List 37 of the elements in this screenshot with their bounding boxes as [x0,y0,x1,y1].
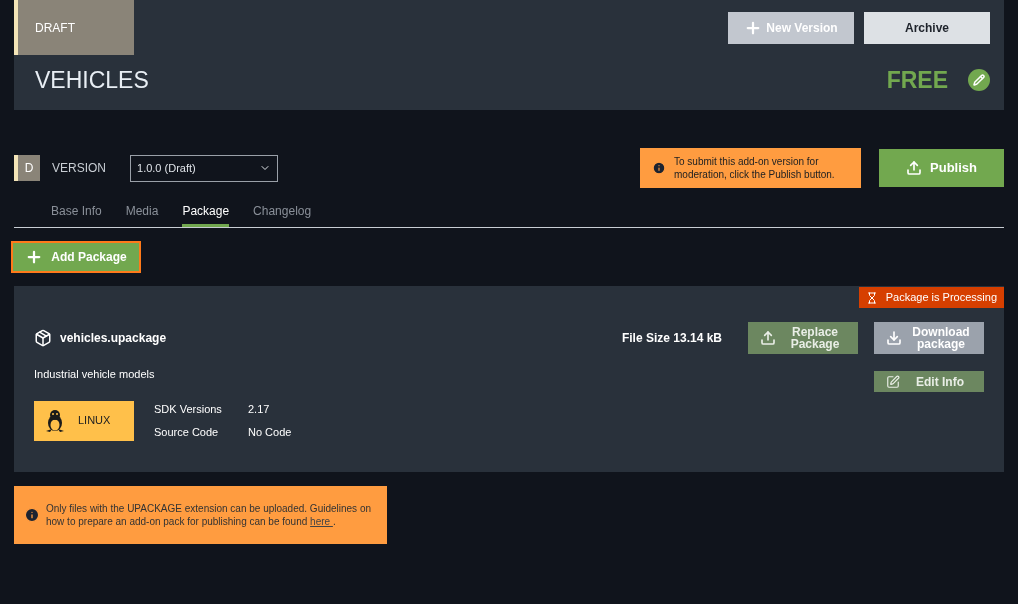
detail-label: SDK Versions [154,402,223,417]
edit-button[interactable] [968,69,990,92]
replace-package-button[interactable]: Replace Package [748,322,858,354]
version-label: VERSION [52,160,106,177]
tab[interactable]: Changelog [253,202,312,227]
add-package-button[interactable]: Add Package [11,241,141,273]
download-icon [886,330,902,346]
pencil-icon [973,74,985,87]
tab[interactable]: Media [125,202,159,227]
upload-icon [760,330,776,346]
archive-button[interactable]: Archive [864,12,990,44]
detail-label: Source Code [154,424,220,440]
version-badge: D [14,155,40,181]
page-title: VEHICLES [35,66,149,95]
info-icon [652,161,666,175]
upload-icon [906,160,922,176]
info-icon [24,507,40,523]
hourglass-icon [865,291,878,304]
detail-value: No Code [248,424,292,440]
processing-badge: Package is Processing [858,287,1004,308]
guidelines-link[interactable]: here [310,516,333,527]
file-size: File Size 13.14 kB [621,330,722,347]
edit-icon [886,374,900,389]
notice-text: To submit this add-on version for moderation, click the Publish button. [674,155,836,181]
version-select[interactable]: 1.0.0 (Draft) [130,154,278,182]
note-text: Only files with the UPACKAGE extension can be uploaded. Guidelines on how to prepare an add-on pack for publishing can be found here . [46,502,372,528]
status-badge: DRAFT [14,0,134,55]
box-icon [34,329,52,347]
detail-value: 2.17 [248,402,271,417]
file-name: vehicles.upackage [60,330,167,347]
publish-button[interactable]: Publish [879,149,1004,187]
tab[interactable]: Package [182,202,230,227]
tab[interactable]: Base Info [51,202,102,227]
price-label: FREE [886,66,948,95]
package-description: Industrial vehicle models [34,367,156,382]
edit-info-button[interactable]: Edit Info [874,371,984,392]
platform-badge: LINUX [34,400,134,441]
